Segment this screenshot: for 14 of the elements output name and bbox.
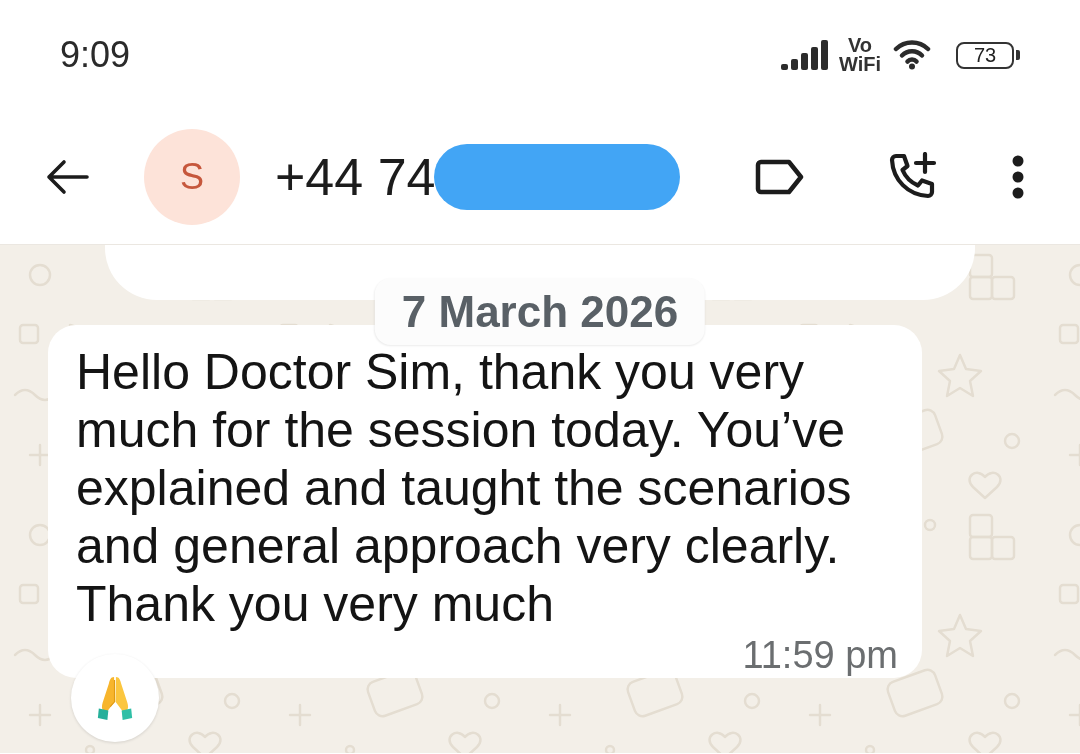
label-tag-icon[interactable] (755, 159, 805, 195)
contact-phone-number[interactable]: +44 74 (275, 147, 436, 207)
network-label: WiFi (838, 55, 881, 74)
more-options-icon[interactable] (1012, 155, 1024, 199)
contact-avatar[interactable]: S (144, 129, 240, 225)
signal-strength-icon (780, 40, 829, 70)
date-chip: 7 March 2026 (374, 278, 706, 345)
battery-indicator: 73 (956, 41, 1020, 69)
message-text: Hello Doctor Sim, thank you very much for the session today. You’ve explained and taught the scenarios and general approach very clearly. Thank you very much (76, 343, 853, 633)
network-label: Vo (847, 36, 872, 55)
wifi-icon (893, 40, 931, 70)
status-time: 9:09 (60, 34, 131, 76)
message-time: 11:59 pm (742, 633, 898, 677)
back-arrow-icon[interactable] (45, 159, 89, 195)
